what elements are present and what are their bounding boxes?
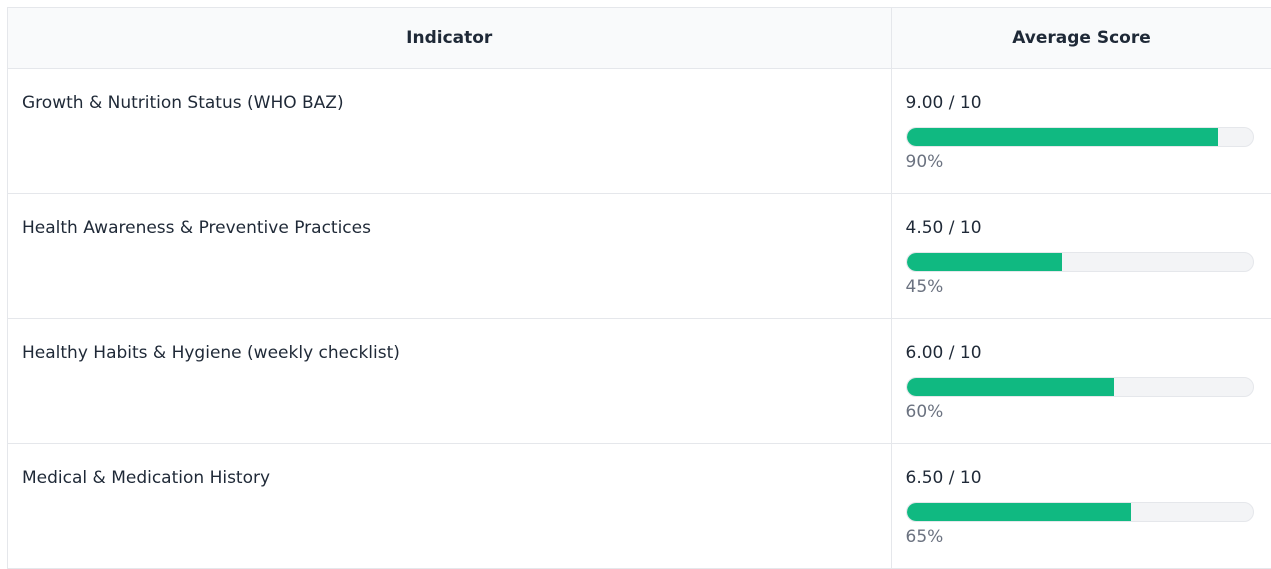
table-header: Indicator Average Score [8,8,1271,69]
column-header-indicator[interactable]: Indicator [8,8,892,69]
score-value: 9.00 / 10 [905,92,982,113]
table-row: Medical & Medication History 6.50 / 10 6… [8,443,1271,569]
score-progress-fill [906,502,1132,521]
score-progress-fill [906,252,1063,271]
score-progress-track [905,251,1254,272]
score-percent: 90% [905,151,944,172]
table-body: Growth & Nutrition Status (WHO BAZ) 9.00… [8,68,1271,569]
score-percent: 60% [905,401,944,422]
table-row: Healthy Habits & Hygiene (weekly checkli… [8,318,1271,444]
score-value: 4.50 / 10 [905,217,982,238]
table-row: Growth & Nutrition Status (WHO BAZ) 9.00… [8,68,1271,194]
score-cell: 6.50 / 10 65% [891,443,1271,569]
score-progress-fill [906,127,1218,146]
score-value: 6.00 / 10 [905,342,982,363]
column-header-average-score[interactable]: Average Score [891,8,1271,69]
score-progress-track [905,501,1254,522]
table-row: Health Awareness & Preventive Practices … [8,193,1271,319]
indicator-cell: Health Awareness & Preventive Practices [8,193,892,319]
score-progress-fill [906,377,1115,396]
indicator-score-table-container: Indicator Average Score Growth & Nutriti… [7,7,1271,569]
score-percent: 45% [905,276,944,297]
score-value: 6.50 / 10 [905,467,982,488]
score-cell: 4.50 / 10 45% [891,193,1271,319]
indicator-cell: Growth & Nutrition Status (WHO BAZ) [8,68,892,194]
indicator-score-table: Indicator Average Score Growth & Nutriti… [8,8,1271,569]
score-cell: 6.00 / 10 60% [891,318,1271,444]
score-progress-track [905,376,1254,397]
indicator-cell: Healthy Habits & Hygiene (weekly checkli… [8,318,892,444]
score-percent: 65% [905,526,944,547]
table-header-row: Indicator Average Score [8,8,1271,69]
score-cell: 9.00 / 10 90% [891,68,1271,194]
score-progress-track [905,126,1254,147]
indicator-cell: Medical & Medication History [8,443,892,569]
